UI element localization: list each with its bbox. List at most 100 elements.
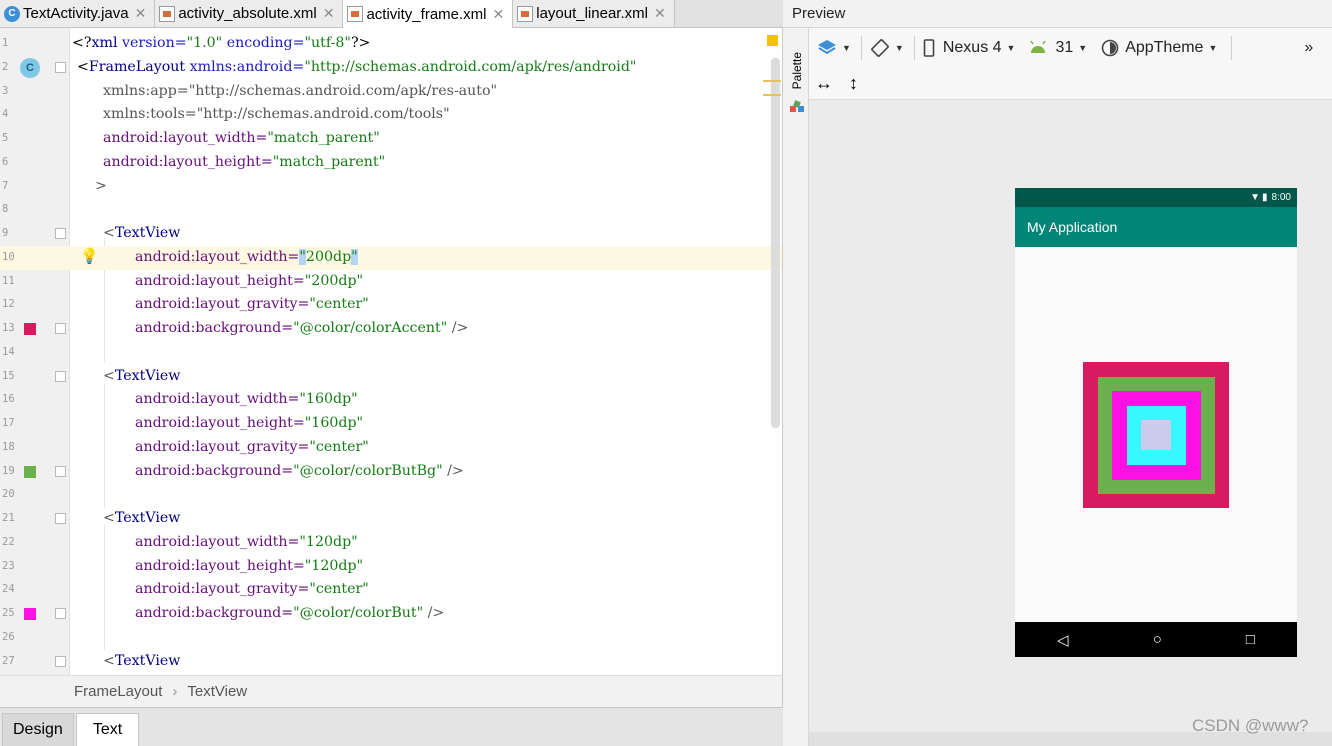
color-swatch-icon[interactable]: [24, 323, 36, 335]
breadcrumb-item[interactable]: TextView: [187, 683, 247, 700]
theme-selector[interactable]: AppTheme ▼: [1101, 39, 1217, 57]
class-badge-icon[interactable]: C: [20, 58, 40, 78]
preview-box-lavender[interactable]: [1141, 420, 1171, 450]
tab-activity-absolute-xml[interactable]: activity_absolute.xml ✕: [155, 0, 344, 27]
line-number: 7: [2, 180, 9, 192]
back-icon[interactable]: ◁: [1057, 631, 1069, 649]
code-line: 27 <TextView: [0, 650, 782, 674]
status-time: 8:00: [1271, 192, 1291, 203]
preview-toolbar: ▼ ▼ Nexus 4 ▼ 31 ▼ AppTheme ▼ »: [809, 28, 1332, 68]
orientation-button[interactable]: ▼: [870, 38, 904, 58]
warning-marker-icon[interactable]: [767, 35, 778, 46]
line-number: 17: [2, 417, 15, 429]
xml-file-icon: [159, 5, 176, 22]
line-number: 2: [2, 61, 9, 73]
tab-text-activity-java[interactable]: C TextActivity.java ✕: [0, 0, 156, 27]
code-text: android:layout_width="match_parent": [103, 130, 380, 146]
tab-label: TextActivity.java: [23, 5, 129, 22]
code-text: android:layout_height="120dp": [135, 558, 364, 574]
app-title: My Application: [1027, 219, 1118, 235]
code-text: xmlns:tools="http://schemas.android.com/…: [103, 106, 450, 122]
code-line: 19 android:background="@color/colorButBg…: [0, 460, 782, 484]
palette-icon[interactable]: [789, 98, 805, 117]
scroll-thumb[interactable]: [771, 58, 780, 428]
toolbar-divider: [1231, 36, 1233, 60]
fold-toggle[interactable]: [55, 228, 66, 239]
home-icon[interactable]: ○: [1153, 631, 1162, 648]
device-selector[interactable]: Nexus 4 ▼: [923, 39, 1015, 57]
chevron-right-icon: ›: [172, 683, 178, 700]
code-line: 21 <TextView: [0, 507, 782, 531]
fold-toggle[interactable]: [55, 371, 66, 382]
tab-layout-linear-xml[interactable]: layout_linear.xml ✕: [513, 0, 675, 27]
line-number: 1: [2, 37, 9, 49]
editor-scrollbar[interactable]: [763, 28, 781, 675]
line-number: 21: [2, 512, 15, 524]
tab-activity-frame-xml[interactable]: activity_frame.xml ✕: [343, 0, 514, 28]
fold-toggle[interactable]: [55, 62, 66, 73]
change-marker[interactable]: [763, 94, 781, 96]
code-text: <TextView: [103, 653, 181, 669]
close-icon[interactable]: ✕: [135, 5, 147, 22]
rotate-icon: [871, 39, 889, 57]
code-line: 9 <TextView: [0, 222, 782, 246]
tab-label: layout_linear.xml: [536, 5, 648, 22]
toolbar-overflow-button[interactable]: »: [1304, 39, 1313, 57]
recents-icon[interactable]: □: [1246, 631, 1255, 648]
toolbar-divider: [913, 36, 915, 60]
resize-vertical-icon[interactable]: ↕: [849, 73, 858, 94]
chevron-down-icon: ▼: [1208, 43, 1218, 53]
xml-file-icon: [517, 5, 534, 22]
code-line: 8: [0, 198, 782, 222]
device-name: Nexus 4: [942, 39, 1002, 56]
tab-label: activity_frame.xml: [366, 5, 487, 23]
code-line: 5 android:layout_width="match_parent": [0, 127, 782, 151]
code-text: <TextView: [103, 368, 181, 384]
color-swatch-icon[interactable]: [24, 466, 36, 478]
line-number: 8: [2, 203, 9, 215]
close-icon[interactable]: ✕: [654, 5, 666, 22]
color-swatch-icon[interactable]: [24, 608, 36, 620]
palette-tab[interactable]: Palette: [790, 52, 804, 89]
tab-text[interactable]: Text: [75, 713, 140, 746]
change-marker[interactable]: [763, 80, 781, 82]
lightbulb-icon[interactable]: 💡: [80, 247, 99, 265]
xml-file-icon: [347, 6, 364, 22]
breadcrumb-item[interactable]: FrameLayout: [74, 683, 162, 700]
fold-toggle[interactable]: [55, 608, 66, 619]
app-bar: My Application: [1015, 207, 1297, 247]
tab-label: activity_absolute.xml: [178, 5, 317, 22]
fold-toggle[interactable]: [55, 466, 66, 477]
code-line: 17 android:layout_height="160dp": [0, 412, 782, 436]
tab-design[interactable]: Design: [2, 713, 74, 746]
resize-horizontal-icon[interactable]: ↔: [815, 73, 833, 94]
editor-mode-tabs: Design Text: [0, 707, 783, 746]
code-editor[interactable]: 1 <?xml version="1.0" encoding="utf-8"?>…: [0, 28, 783, 675]
line-number: 3: [2, 85, 9, 97]
code-line-current: 10 💡 android:layout_width="200dp": [0, 246, 782, 270]
toolbar-divider: [860, 36, 862, 60]
fold-toggle[interactable]: [55, 323, 66, 334]
api-level-selector[interactable]: 31 ▼: [1029, 39, 1087, 57]
fold-toggle[interactable]: [55, 656, 66, 667]
code-line: 13 android:background="@color/colorAccen…: [0, 317, 782, 341]
code-text: android:background="@color/colorBut" />: [135, 605, 445, 621]
code-line: 15 <TextView: [0, 365, 782, 389]
line-number: 20: [2, 488, 15, 500]
line-number: 15: [2, 370, 15, 382]
layers-button[interactable]: ▼: [817, 39, 851, 57]
line-number: 24: [2, 583, 15, 595]
line-number: 4: [2, 108, 9, 120]
fold-toggle[interactable]: [55, 513, 66, 524]
code-line: 11 android:layout_height="200dp": [0, 270, 782, 294]
line-number: 18: [2, 441, 15, 453]
code-text: android:background="@color/colorAccent" …: [135, 320, 469, 336]
watermark: CSDN @www?: [1192, 716, 1309, 735]
code-line: 23 android:layout_height="120dp": [0, 555, 782, 579]
close-icon[interactable]: ✕: [323, 5, 335, 22]
code-text: android:layout_width="120dp": [135, 534, 358, 550]
code-text: android:layout_height="match_parent": [103, 154, 386, 170]
code-text: >: [95, 178, 107, 194]
close-icon[interactable]: ✕: [493, 6, 505, 23]
device-status-bar: ▼ ▮ 8:00: [1015, 188, 1297, 207]
